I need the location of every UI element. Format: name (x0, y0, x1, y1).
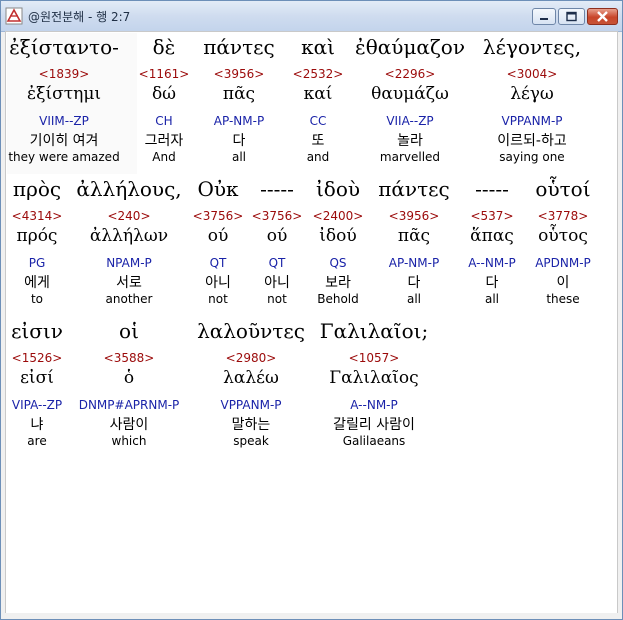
english-gloss: saying one (499, 150, 565, 164)
korean-gloss: 이르되-하고 (497, 133, 567, 149)
parse-code: VIIA--ZP (386, 114, 434, 128)
lemma-word: Γαλιλαῖος (329, 368, 419, 388)
parsing-content: ἐξίσταντο- <1839> ἐξίστημι VIIM--ZP 기이히 … (5, 31, 618, 617)
korean-gloss: 이 (556, 275, 570, 291)
minimize-button[interactable] (532, 8, 556, 25)
window-title: @원전분해 - 행 2:7 (28, 10, 131, 24)
parse-code: VPPANM-P (220, 398, 282, 412)
strong-number: <2296> (384, 67, 436, 81)
lemma-word: θαυμάζω (371, 84, 449, 104)
lemma-word: λαλέω (223, 368, 279, 388)
strong-number: <3778> (537, 209, 589, 223)
english-gloss: Galilaeans (342, 434, 406, 448)
korean-gloss: 놀라 (397, 133, 423, 149)
parse-code: APDNM-P (535, 256, 591, 270)
greek-word: λαλοῦντες (197, 319, 305, 343)
korean-gloss: 갈릴리 사람이 (333, 417, 415, 433)
korean-gloss: 사람이 (109, 417, 149, 433)
parse-code: VPPANM-P (501, 114, 563, 128)
lemma-word: ὁ (123, 368, 135, 388)
strong-number: <3588> (103, 351, 155, 365)
lemma-word: οὗτος (538, 226, 588, 246)
app-icon (5, 7, 23, 25)
app-window: @원전분해 - 행 2:7 ἐξίσταντο- <1839> ἐξίστημι… (0, 0, 623, 620)
parse-code: A--NM-P (350, 398, 398, 412)
english-gloss: marvelled (379, 150, 441, 164)
english-gloss: which (111, 434, 147, 448)
strong-number: <2980> (225, 351, 277, 365)
greek-word: ἐθαύμαζον (355, 35, 465, 59)
window-frame-bottom (1, 613, 622, 619)
english-gloss: these (546, 292, 580, 306)
parse-code: DNMP#APRNM-P (78, 398, 180, 412)
english-gloss: speak (233, 434, 269, 448)
close-icon (597, 11, 608, 22)
strong-number: <3004> (506, 67, 558, 81)
maximize-icon (566, 11, 577, 22)
greek-word: λέγοντες, (482, 35, 582, 59)
close-button[interactable] (587, 8, 618, 25)
minimize-icon (540, 18, 548, 20)
strong-number: <1057> (348, 351, 400, 365)
greek-word: οἱ (119, 319, 139, 343)
greek-word: οὗτοί (535, 177, 591, 201)
lemma-word: λέγω (510, 84, 554, 104)
maximize-button[interactable] (558, 8, 585, 25)
title-bar[interactable]: @원전분해 - 행 2:7 (1, 1, 622, 32)
greek-word: Γαλιλαῖοι; (319, 319, 429, 343)
korean-gloss: 말하는 (231, 417, 271, 433)
